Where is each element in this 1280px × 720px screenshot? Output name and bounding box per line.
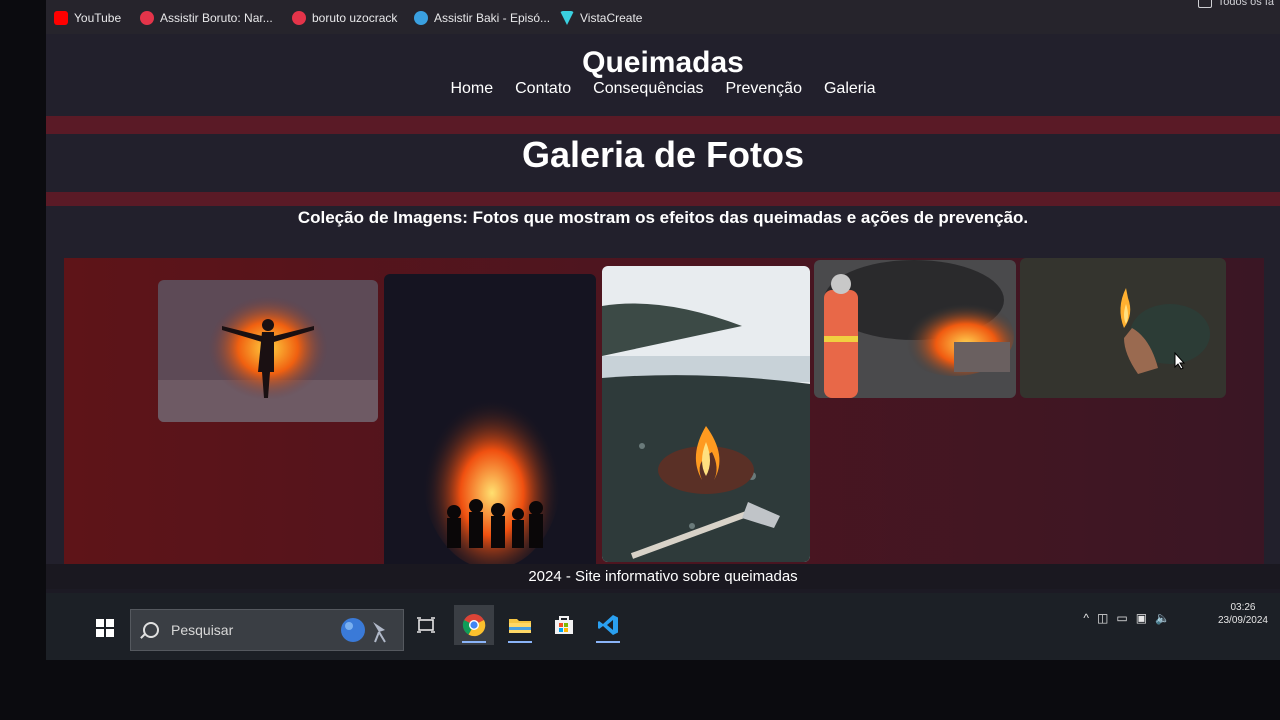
file-explorer-icon bbox=[509, 619, 531, 633]
bookmarks-bar: YouTube Assistir Boruto: Nar... boruto u… bbox=[46, 0, 1280, 35]
windows-logo-icon bbox=[96, 619, 104, 627]
bookmark-vistacreate[interactable]: VistaCreate bbox=[560, 10, 642, 26]
anime-site-icon bbox=[292, 11, 306, 25]
meet-now-icon[interactable]: ◫ bbox=[1097, 611, 1108, 625]
group-bonfire-photo[interactable] bbox=[384, 274, 596, 574]
site-title: Queimadas bbox=[582, 46, 744, 79]
task-view-icon bbox=[417, 617, 435, 633]
title-divider-band bbox=[46, 192, 1280, 206]
mouse-cursor-icon bbox=[1174, 352, 1186, 370]
hand-flame-photo[interactable] bbox=[1020, 258, 1226, 398]
microsoft-store-taskbar-button[interactable] bbox=[544, 605, 584, 645]
photo-gallery bbox=[64, 258, 1264, 588]
vistacreate-icon bbox=[560, 11, 574, 25]
nav-galeria-link[interactable]: Galeria bbox=[824, 80, 876, 98]
search-icon bbox=[143, 622, 159, 638]
website-viewport: Queimadas Home Contato Consequências Pre… bbox=[46, 34, 1280, 589]
bookmark-boruto-uzocrack[interactable]: boruto uzocrack bbox=[292, 10, 397, 26]
monitor-screen: YouTube Assistir Boruto: Nar... boruto u… bbox=[46, 0, 1280, 660]
bookmark-baki[interactable]: Assistir Baki - Episó... bbox=[414, 10, 550, 26]
gallery-subtitle: Coleção de Imagens: Fotos que mostram os… bbox=[297, 208, 1029, 227]
network-icon[interactable]: ▣ bbox=[1136, 611, 1147, 625]
system-tray: ^ ◫ ▭ ▣ 🔈 bbox=[1083, 611, 1170, 625]
site-icon bbox=[414, 11, 428, 25]
windows-start-button[interactable] bbox=[96, 619, 114, 637]
clock-time: 03:26 bbox=[1230, 602, 1256, 613]
battery-icon[interactable]: ▭ bbox=[1116, 611, 1127, 625]
clock-date: 23/09/2024 bbox=[1217, 615, 1268, 626]
folder-icon bbox=[1197, 0, 1212, 8]
nav-contato-link[interactable]: Contato bbox=[515, 80, 571, 98]
chrome-icon bbox=[462, 614, 486, 637]
file-explorer-taskbar-button[interactable] bbox=[500, 605, 540, 645]
search-highlight-icon bbox=[341, 618, 386, 643]
anime-site-icon bbox=[140, 11, 154, 25]
all-bookmarks-folder[interactable]: Todos os fa bbox=[1197, 0, 1274, 8]
header-divider-band bbox=[46, 116, 1280, 134]
search-placeholder: Pesquisar bbox=[171, 622, 234, 638]
firefighter-smoke-photo[interactable] bbox=[814, 260, 1016, 398]
youtube-icon bbox=[54, 11, 68, 25]
bookmark-youtube[interactable]: YouTube bbox=[54, 10, 121, 26]
site-footer: 2024 - Site informativo sobre queimadas bbox=[46, 564, 1280, 589]
vscode-taskbar-button[interactable] bbox=[588, 605, 628, 645]
main-nav: Home Contato Consequências Prevenção Gal… bbox=[46, 80, 1280, 98]
taskbar-clock[interactable]: 03:26 23/09/2024 bbox=[1218, 601, 1268, 627]
gallery-title: Galeria de Fotos bbox=[521, 134, 805, 175]
microsoft-store-icon bbox=[555, 616, 573, 634]
campfire-lake-axe-photo[interactable] bbox=[602, 266, 810, 562]
nav-consequencias-link[interactable]: Consequências bbox=[593, 80, 703, 98]
nav-home-link[interactable]: Home bbox=[450, 80, 493, 98]
taskbar-search-box[interactable]: Pesquisar bbox=[130, 609, 404, 651]
person-silhouette-fire-photo[interactable] bbox=[158, 280, 378, 422]
windows-taskbar: Pesquisar ^ ◫ ▭ ▣ 🔈 03:26 23/09/2024 bbox=[46, 593, 1280, 660]
chevron-up-icon[interactable]: ^ bbox=[1083, 611, 1089, 625]
bookmark-boruto[interactable]: Assistir Boruto: Nar... bbox=[140, 10, 273, 26]
task-view-button[interactable] bbox=[406, 605, 446, 645]
nav-prevencao-link[interactable]: Prevenção bbox=[725, 80, 802, 98]
vscode-icon bbox=[598, 615, 618, 635]
volume-icon[interactable]: 🔈 bbox=[1155, 611, 1170, 625]
chrome-taskbar-button[interactable] bbox=[454, 605, 494, 645]
